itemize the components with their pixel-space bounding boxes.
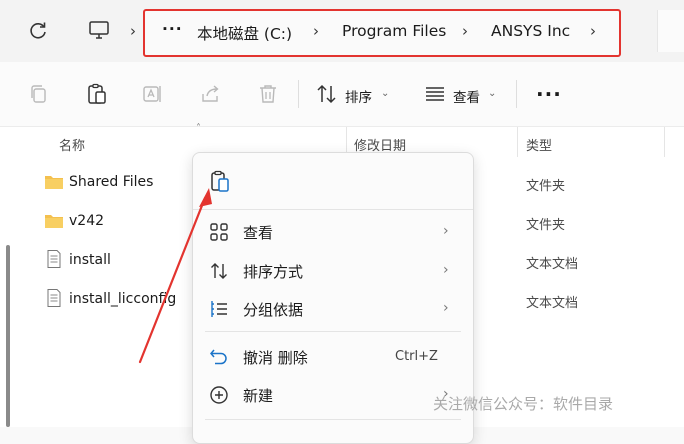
paste-icon[interactable] (209, 169, 231, 193)
breadcrumb-item-c-drive[interactable]: 本地磁盘 (C:) (197, 22, 292, 44)
view-lines-icon[interactable] (423, 82, 447, 106)
new-plus-icon (210, 386, 228, 404)
command-bar: 排序 ⌄ 查看 ⌄ ··· (0, 62, 684, 127)
paste-icon[interactable] (85, 82, 109, 106)
menu-item-label: 分组依据 (243, 301, 304, 319)
menu-divider (205, 419, 461, 420)
chevron-right-icon[interactable]: › (590, 22, 596, 40)
menu-item-label: 撤消 删除 (243, 349, 308, 367)
folder-icon (45, 215, 63, 228)
sort-ascending-icon: ˄ (196, 123, 201, 134)
toolbar-divider (516, 80, 517, 108)
grid-view-icon (210, 223, 228, 241)
sort-icon (211, 263, 227, 279)
search-box-edge[interactable] (657, 10, 684, 52)
chevron-down-icon[interactable]: ⌄ (381, 88, 389, 99)
file-name[interactable]: Shared Files (69, 174, 153, 190)
chevron-down-icon[interactable]: ⌄ (488, 88, 496, 99)
menu-divider (193, 209, 473, 210)
breadcrumb-more-button[interactable]: ··· (162, 20, 183, 38)
delete-icon[interactable] (256, 82, 280, 106)
column-divider[interactable] (664, 127, 665, 157)
file-type: 文件夹 (526, 179, 566, 194)
sort-icon[interactable] (315, 82, 339, 106)
file-type: 文件夹 (526, 218, 566, 233)
text-file-icon (47, 289, 61, 307)
menu-item-label: 新建 (243, 387, 274, 405)
column-header-name[interactable]: 名称 (59, 135, 85, 154)
text-file-icon (47, 250, 61, 268)
chevron-right-icon: › (443, 300, 449, 316)
more-options-button[interactable]: ··· (536, 82, 562, 106)
column-header-type[interactable]: 类型 (526, 135, 552, 154)
shortcut-text: Ctrl+Z (395, 349, 438, 364)
watermark-text: 关注微信公众号：软件目录 (433, 395, 614, 413)
file-name[interactable]: v242 (69, 213, 104, 229)
file-type: 文本文档 (526, 296, 579, 311)
chevron-right-icon[interactable]: › (130, 22, 136, 40)
column-divider[interactable] (517, 127, 518, 157)
context-menu: 查看 › 排序方式 › 分组依据 › 撤消 删除 Ctrl+Z 新建 › (192, 152, 474, 444)
menu-item-label: 排序方式 (243, 263, 304, 281)
file-type: 文本文档 (526, 257, 579, 272)
share-icon[interactable] (199, 82, 223, 106)
breadcrumb-item-ansys-inc[interactable]: ANSYS Inc (491, 22, 570, 40)
menu-item-label: 查看 (243, 224, 274, 242)
chevron-right-icon[interactable]: › (313, 22, 319, 40)
scrollbar[interactable] (6, 245, 10, 427)
file-name[interactable]: install_licconfig (69, 291, 176, 307)
file-name[interactable]: install (69, 252, 111, 268)
address-bar-row: › ··· 本地磁盘 (C:) › Program Files › ANSYS … (0, 0, 684, 62)
undo-icon (210, 349, 227, 365)
refresh-icon[interactable] (26, 19, 50, 43)
chevron-right-icon[interactable]: › (462, 22, 468, 40)
folder-icon (45, 176, 63, 189)
breadcrumb-item-program-files[interactable]: Program Files (342, 22, 446, 40)
toolbar-divider (298, 80, 299, 108)
group-icon (211, 301, 227, 317)
menu-divider (205, 331, 461, 332)
sort-button[interactable]: 排序 (345, 86, 372, 106)
this-pc-icon[interactable] (88, 19, 110, 41)
rename-icon[interactable] (141, 82, 165, 106)
copy-icon[interactable] (27, 82, 51, 106)
chevron-right-icon: › (443, 223, 449, 239)
view-button[interactable]: 查看 (453, 86, 480, 106)
chevron-right-icon: › (443, 262, 449, 278)
